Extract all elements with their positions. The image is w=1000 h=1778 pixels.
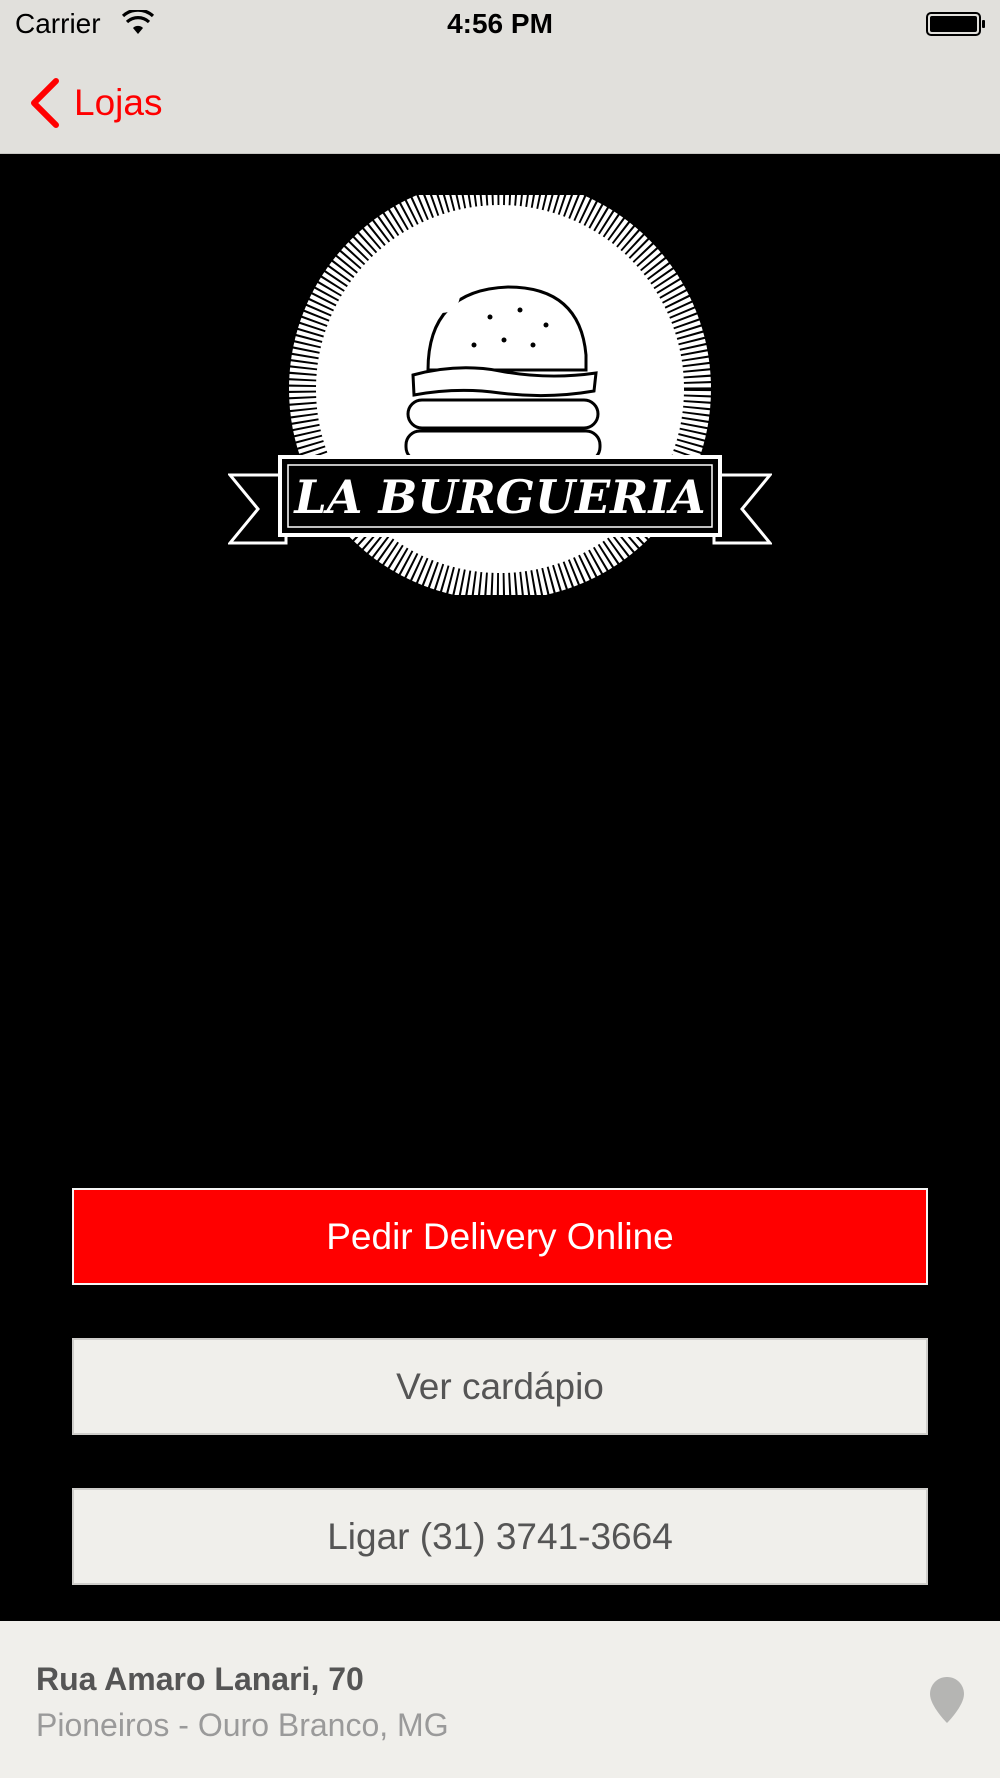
store-detail-content: LA BURGUERIA Pedir Delivery Online Ver c… <box>0 155 1000 1620</box>
status-bar: Carrier 4:56 PM <box>0 0 1000 50</box>
back-button[interactable]: Lojas <box>28 76 162 130</box>
call-store-button[interactable]: Ligar (31) 3741-3664 <box>72 1488 928 1585</box>
back-button-label: Lojas <box>74 82 163 123</box>
address-city: Pioneiros - Ouro Branco, MG <box>36 1707 449 1743</box>
view-menu-button[interactable]: Ver cardápio <box>72 1338 928 1435</box>
battery-icon <box>926 12 985 36</box>
navigation-bar: Lojas <box>0 50 1000 154</box>
order-delivery-button[interactable]: Pedir Delivery Online <box>72 1188 928 1285</box>
logo-text: LA BURGUERIA <box>292 470 705 524</box>
clock: 4:56 PM <box>447 8 553 39</box>
address-street: Rua Amaro Lanari, 70 <box>36 1661 364 1697</box>
store-address-bar[interactable]: Rua Amaro Lanari, 70 Pioneiros - Ouro Br… <box>0 1621 1000 1778</box>
restaurant-logo: LA BURGUERIA <box>228 195 772 595</box>
chevron-left-icon <box>31 78 59 128</box>
map-pin-icon[interactable] <box>928 1675 966 1725</box>
